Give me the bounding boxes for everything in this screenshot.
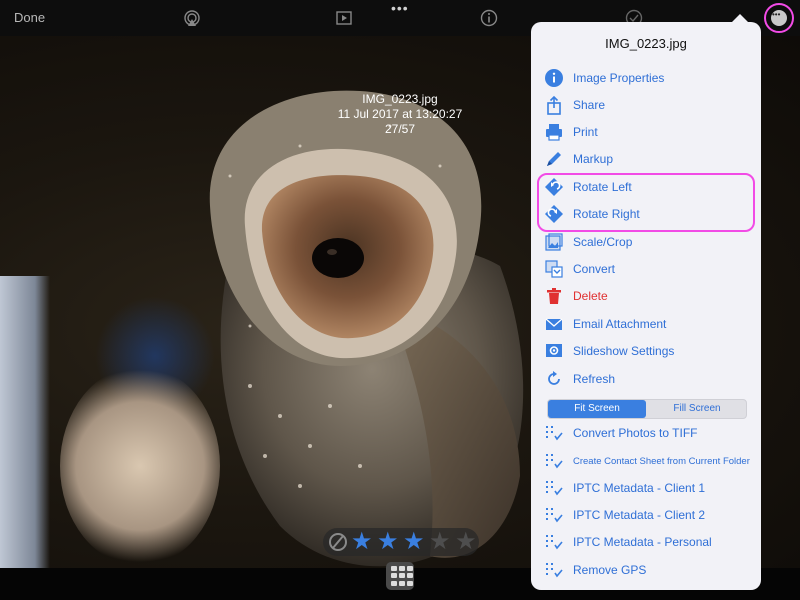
done-button[interactable]: Done	[14, 10, 45, 25]
slideshow-icon[interactable]	[334, 8, 354, 28]
shortcut-action-icon	[546, 508, 563, 523]
menu-item-slideshow-settings[interactable]: Slideshow Settings	[531, 338, 761, 365]
photo-datetime: 11 Jul 2017 at 13:20:27	[337, 107, 463, 121]
action-convert-tiff[interactable]: Convert Photos to TIFF	[531, 420, 761, 447]
star-1-icon[interactable]: ★	[351, 529, 373, 555]
crop-icon	[545, 233, 563, 251]
menu-item-refresh[interactable]: Refresh	[531, 366, 761, 393]
grid-view-button[interactable]	[386, 562, 414, 590]
slideshow-settings-icon	[546, 344, 562, 357]
no-rating-icon[interactable]	[329, 533, 347, 551]
photo-caption: IMG_0223.jpg 11 Jul 2017 at 13:20:27 27/…	[300, 92, 500, 137]
photo-filename: IMG_0223.jpg	[362, 92, 438, 106]
action-contact-sheet[interactable]: Create Contact Sheet from Current Folder	[531, 448, 761, 475]
menu-item-print[interactable]: Print	[531, 119, 761, 146]
more-menu-button[interactable]	[764, 3, 794, 33]
menu-title: IMG_0223.jpg	[605, 36, 687, 51]
print-icon	[546, 124, 562, 141]
photo-position: 27/57	[384, 122, 416, 136]
info-icon[interactable]	[479, 8, 499, 28]
shortcut-action-icon	[546, 454, 563, 469]
menu-item-email-attachment[interactable]: Email Attachment	[531, 311, 761, 338]
owl-photo	[209, 90, 524, 567]
action-remove-gps[interactable]: Remove GPS	[531, 557, 761, 584]
action-iptc-client-2[interactable]: IPTC Metadata - Client 2	[531, 502, 761, 529]
segment-fit-screen[interactable]: Fit Screen	[548, 400, 646, 418]
more-menu-icon	[771, 10, 787, 26]
more-dots-icon[interactable]: •••	[391, 0, 409, 16]
mail-icon	[545, 318, 563, 330]
shortcut-action-icon	[546, 426, 563, 441]
menu-item-image-properties[interactable]: Image Properties	[531, 65, 761, 92]
shortcut-action-icon	[546, 535, 563, 550]
airplay-icon[interactable]	[182, 8, 202, 28]
menu-item-scale-crop[interactable]: Scale/Crop	[531, 229, 761, 256]
info-icon	[545, 69, 563, 87]
star-2-icon[interactable]: ★	[377, 529, 399, 555]
star-4-icon[interactable]: ★	[429, 529, 451, 555]
pencil-icon	[547, 152, 561, 166]
star-5-icon[interactable]: ★	[455, 529, 477, 555]
shortcut-action-icon	[546, 563, 563, 578]
display-mode-segmented-control: Fit Screen Fill Screen	[547, 399, 747, 419]
menu-item-delete[interactable]: Delete	[531, 283, 761, 310]
trash-icon	[547, 288, 561, 304]
more-menu-popover: IMG_0223.jpg Image Properties Share Prin…	[531, 14, 761, 590]
menu-item-share[interactable]: Share	[531, 92, 761, 119]
action-iptc-client-1[interactable]: IPTC Metadata - Client 1	[531, 475, 761, 502]
action-iptc-personal[interactable]: IPTC Metadata - Personal	[531, 529, 761, 556]
shortcut-action-icon	[546, 481, 563, 496]
share-icon	[547, 95, 561, 115]
segment-fill-screen[interactable]: Fill Screen	[648, 400, 746, 418]
convert-icon	[545, 260, 563, 278]
refresh-icon	[548, 371, 560, 385]
rotate-highlight-outline	[537, 173, 755, 232]
rating-bar: ★ ★ ★ ★ ★	[323, 528, 479, 556]
menu-item-convert[interactable]: Convert	[531, 256, 761, 283]
menu-item-markup[interactable]: Markup	[531, 146, 761, 173]
star-3-icon[interactable]: ★	[403, 529, 425, 555]
